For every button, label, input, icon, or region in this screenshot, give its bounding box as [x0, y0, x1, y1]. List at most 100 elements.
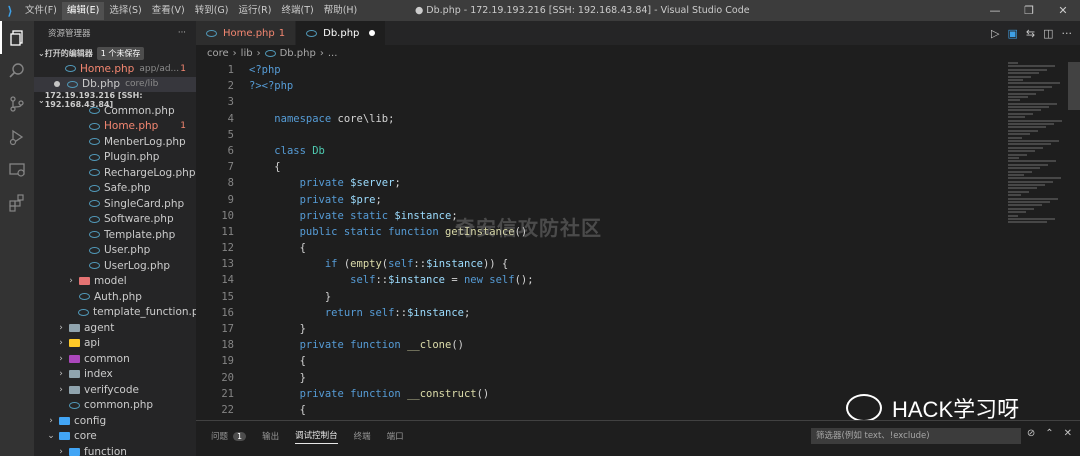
minimize-icon[interactable]: —: [978, 0, 1012, 21]
folder-item[interactable]: › index: [34, 367, 196, 383]
vscode-logo-icon: ⟩: [7, 3, 13, 18]
file-item[interactable]: Common.php: [34, 103, 196, 119]
breadcrumb-item[interactable]: lib: [241, 48, 253, 59]
panel-actions: ⊘ ⌃ ✕: [1027, 428, 1072, 439]
minimap-line: [1008, 156, 1019, 159]
code-text: <?php: [249, 64, 281, 76]
menu-item[interactable]: 运行(R): [233, 2, 276, 20]
maximize-panel-icon[interactable]: ⌃: [1045, 428, 1053, 439]
more-actions-icon[interactable]: ···: [1062, 27, 1073, 40]
source-control-icon[interactable]: [0, 87, 34, 120]
restore-icon[interactable]: ❐: [1012, 0, 1046, 21]
menu-item[interactable]: 查看(V): [147, 2, 190, 20]
breadcrumb-item[interactable]: Db.php: [280, 48, 316, 59]
run-debug-icon[interactable]: [0, 120, 34, 153]
code-line: 20 }: [196, 370, 1080, 386]
folder-icon: [68, 370, 80, 379]
open-editors-header[interactable]: ⌄ 打开的编辑器 1 个未保存: [34, 45, 196, 61]
minimap[interactable]: [1008, 62, 1068, 232]
file-item[interactable]: Template.php: [34, 227, 196, 243]
minimap-line: [1008, 187, 1037, 190]
filter-input[interactable]: 筛选器(例如 text、!exclude): [811, 428, 1021, 444]
clear-console-icon[interactable]: ⊘: [1027, 428, 1035, 439]
tab-problems[interactable]: 问题 1: [211, 430, 247, 442]
close-panel-icon[interactable]: ✕: [1064, 428, 1072, 439]
file-item[interactable]: Auth.php: [34, 289, 196, 305]
folder-item[interactable]: ⌄ core: [34, 429, 196, 445]
code-editor[interactable]: 1 <?php 2 ?><?php 3 4 namespace core\lib; 5 6 c…: [196, 62, 1080, 420]
remote-explorer-icon[interactable]: [0, 153, 34, 186]
php-file-icon: [66, 80, 78, 88]
file-item[interactable]: RechargeLog.php: [34, 165, 196, 181]
file-item[interactable]: Home.php 1: [34, 119, 196, 135]
more-actions-icon[interactable]: ···: [178, 28, 186, 38]
compare-icon[interactable]: ⇆: [1026, 27, 1035, 40]
file-item[interactable]: template_function.php: [34, 305, 196, 321]
breadcrumb-item[interactable]: core: [207, 48, 229, 59]
file-item[interactable]: Software.php: [34, 212, 196, 228]
menu-item[interactable]: 选择(S): [104, 2, 146, 20]
menu-item[interactable]: 转到(G): [190, 2, 234, 20]
breadcrumb-item[interactable]: ...: [328, 48, 338, 59]
file-item[interactable]: SingleCard.php: [34, 196, 196, 212]
tree-item-label: template_function.php: [93, 306, 196, 319]
open-editor-item-home[interactable]: Home.php app/ad... 1: [34, 61, 196, 77]
code-line: 2 ?><?php: [196, 78, 1080, 94]
minimap-line: [1008, 133, 1030, 136]
tab-output[interactable]: 输出: [262, 430, 279, 442]
folder-item[interactable]: › common: [34, 351, 196, 367]
minimap-line: [1008, 180, 1053, 183]
file-item[interactable]: MenberLog.php: [34, 134, 196, 150]
menu-item[interactable]: 终端(T): [276, 2, 318, 20]
code-line: 12 {: [196, 240, 1080, 256]
explorer-icon[interactable]: [0, 21, 34, 54]
menu-item[interactable]: 文件(F): [20, 2, 62, 20]
chevron-right-icon: ›: [232, 48, 237, 59]
folder-item[interactable]: › verifycode: [34, 382, 196, 398]
minimap-line: [1008, 85, 1052, 88]
folder-item[interactable]: › function: [34, 444, 196, 456]
file-item[interactable]: User.php: [34, 243, 196, 259]
tab-home-php[interactable]: Home.php 1: [196, 21, 297, 45]
menu-item[interactable]: 编辑(E): [61, 1, 105, 20]
file-item[interactable]: Safe.php: [34, 181, 196, 197]
wechat-icon: [846, 394, 882, 422]
search-icon[interactable]: [0, 54, 34, 87]
minimap-line: [1008, 112, 1033, 115]
tab-db-php[interactable]: Db.php: [296, 21, 387, 45]
folder-item[interactable]: › agent: [34, 320, 196, 336]
tab-ports[interactable]: 端口: [387, 430, 404, 442]
minimap-line: [1008, 207, 1034, 210]
tree-item-label: RechargeLog.php: [104, 166, 196, 179]
file-item[interactable]: common.php: [34, 398, 196, 414]
folder-item[interactable]: › model: [34, 274, 196, 290]
minimap-line: [1008, 170, 1032, 173]
line-number: 16: [221, 306, 234, 319]
split-editor-icon[interactable]: ◫: [1043, 27, 1053, 40]
code-text: private $pre;: [299, 193, 382, 206]
run-file-icon[interactable]: ▷: [991, 27, 999, 40]
line-number: 18: [221, 339, 234, 352]
code-text: private static $instance;: [299, 209, 458, 222]
folder-item[interactable]: › config: [34, 413, 196, 429]
extensions-icon[interactable]: [0, 186, 34, 219]
line-number: 17: [221, 323, 234, 335]
close-icon[interactable]: ✕: [1046, 0, 1080, 21]
code-text: {: [249, 242, 306, 255]
folder-item[interactable]: › api: [34, 336, 196, 352]
code-line: 1 <?php: [196, 62, 1080, 78]
minimap-line: [1008, 167, 1040, 170]
file-item[interactable]: UserLog.php: [34, 258, 196, 274]
file-item[interactable]: Plugin.php: [34, 150, 196, 166]
open-editor-item-db[interactable]: Db.php core/lib: [34, 76, 196, 92]
code-text: ?><?php: [249, 80, 294, 93]
tab-debug-console[interactable]: 调试控制台: [295, 429, 338, 444]
line-number: 20: [221, 371, 234, 384]
tab-terminal[interactable]: 终端: [354, 430, 371, 442]
unsaved-dot-icon[interactable]: [369, 30, 376, 36]
minimap-line: [1008, 173, 1024, 176]
editor-scrollbar[interactable]: [1068, 62, 1080, 110]
open-preview-icon[interactable]: ▣: [1007, 27, 1017, 40]
php-file-icon: [88, 246, 100, 254]
menu-item[interactable]: 帮助(H): [319, 2, 363, 20]
